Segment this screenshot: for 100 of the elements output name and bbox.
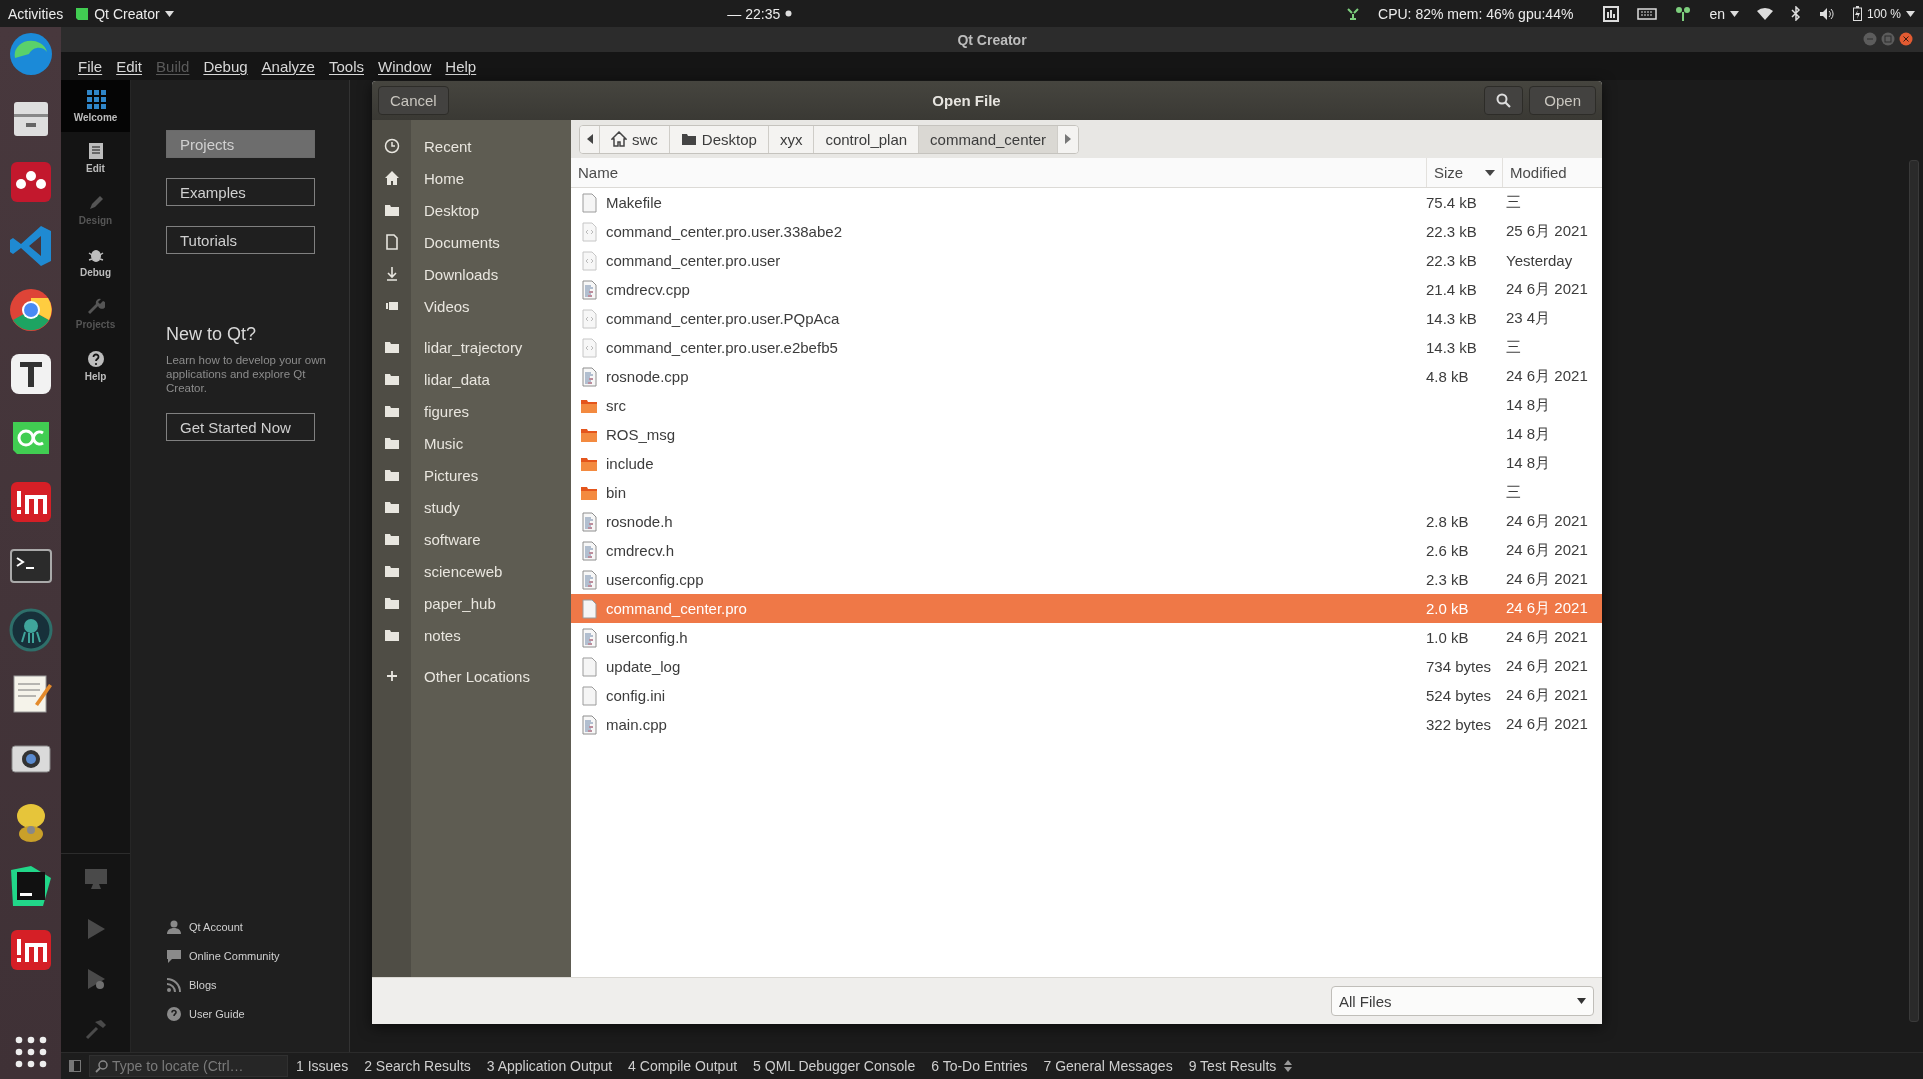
file-row[interactable]: command_center.pro.user.PQpAca 14.3 kB 23 4月 [571,304,1602,333]
file-name: bin [606,484,627,501]
debug-run-icon[interactable] [85,968,106,990]
system-monitor-text[interactable]: CPU: 82% mem: 46% gpu:44% [1378,5,1574,22]
output-pane-tab[interactable]: 9 Test Results [1180,1058,1285,1074]
indicator-icon[interactable] [1675,5,1692,22]
help-icon [86,350,105,368]
place-item[interactable]: lidar_trajectory [372,331,571,363]
file-filter-dropdown[interactable]: All Files [1331,986,1594,1016]
menu-item[interactable]: Edit [109,57,150,75]
welcome-link[interactable]: User Guide [166,1006,349,1022]
welcome-intro: Learn how to develop your own applications and explore Qt Creator. [166,353,326,395]
file-row[interactable]: rosnode.h 2.8 kB 24 6月 2021 [571,507,1602,536]
column-header[interactable]: Size [1426,158,1502,187]
welcome-link[interactable]: Online Community [166,948,349,964]
keyboard-icon[interactable] [1637,7,1658,20]
place-item[interactable]: scienceweb [372,555,571,587]
menu-item[interactable]: Tools [321,57,371,75]
place-item[interactable]: Documents [372,226,571,258]
get-started-button[interactable]: Get Started Now [166,413,315,441]
place-item[interactable]: lidar_data [372,363,571,395]
place-item[interactable]: study [372,491,571,523]
locator-field[interactable]: Type to locate (Ctrl… [89,1055,288,1077]
file-modified: 14 8月 [1506,454,1551,471]
place-item[interactable]: software [372,523,571,555]
welcome-link[interactable]: Blogs [166,977,349,993]
menu-item[interactable]: File [71,57,110,75]
activities-button[interactable]: Activities [8,5,64,22]
open-button[interactable]: Open [1529,86,1596,115]
battery-menu[interactable]: 100 % [1852,6,1915,21]
output-pane-tab[interactable]: 3 Application Output [478,1058,621,1074]
path-button[interactable]: command_center [919,125,1058,153]
menu-item[interactable]: Analyze [254,57,322,75]
menu-item[interactable]: Debug [196,57,255,75]
file-row[interactable]: command_center.pro.user.e2befb5 14.3 kB 三 [571,333,1602,362]
volume-icon[interactable] [1818,6,1835,21]
file-name: rosnode.h [606,513,673,530]
file-row[interactable]: cmdrecv.cpp 21.4 kB 24 6月 2021 [571,275,1602,304]
mode-tab[interactable]: Edit [61,132,130,184]
menu-item[interactable]: Window [371,57,439,75]
place-item[interactable]: paper_hub [372,587,571,619]
file-row[interactable]: rosnode.cpp 4.8 kB 24 6月 2021 [571,362,1602,391]
output-pane-tab[interactable]: 2 Search Results [356,1058,479,1074]
file-row[interactable]: config.ini 524 bytes 24 6月 2021 [571,681,1602,710]
file-row[interactable]: Makefile 75.4 kB 三 [571,188,1602,217]
file-row[interactable]: bin 三 [571,478,1602,507]
app-grid-icon[interactable] [13,1035,48,1069]
cancel-button[interactable]: Cancel [378,86,449,115]
file-row[interactable]: ROS_msg 14 8月 [571,420,1602,449]
close-icon[interactable] [1899,32,1913,46]
section-button[interactable]: Examples [166,178,315,206]
place-item[interactable]: Videos [372,290,571,322]
search-button[interactable] [1484,86,1524,115]
file-row[interactable]: update_log 734 bytes 24 6月 2021 [571,652,1602,681]
monitor-graph-icon[interactable] [1603,5,1620,22]
file-row[interactable]: cmdrecv.h 2.6 kB 24 6月 2021 [571,536,1602,565]
place-item[interactable]: Music [372,427,571,459]
place-item[interactable]: Desktop [372,194,571,226]
wifi-icon[interactable] [1756,7,1773,20]
output-pane-tab[interactable]: 1 Issues [288,1058,357,1074]
mode-tab[interactable]: Debug [61,236,130,288]
output-pane-tab[interactable]: 6 To-Do Entries [923,1058,1036,1074]
mode-tab[interactable]: Welcome [61,80,130,132]
output-pane-tab[interactable]: 4 Compile Output [620,1058,746,1074]
file-row[interactable]: include 14 8月 [571,449,1602,478]
place-item[interactable]: figures [372,395,571,427]
indicator-icon[interactable] [1346,6,1361,21]
file-row[interactable]: userconfig.h 1.0 kB 24 6月 2021 [571,623,1602,652]
file-row[interactable]: src 14 8月 [571,391,1602,420]
section-button[interactable]: Tutorials [166,226,315,254]
app-menu[interactable]: Qt Creator [75,5,174,22]
place-item[interactable]: Home [372,162,571,194]
welcome-heading: New to Qt? [166,324,258,345]
file-row[interactable]: command_center.pro.user 22.3 kB Yesterday [571,246,1602,275]
file-row[interactable]: userconfig.cpp 2.3 kB 24 6月 2021 [571,565,1602,594]
place-item[interactable]: Pictures [372,459,571,491]
file-modified: 三 [1506,193,1521,210]
menu-item[interactable]: Help [438,57,484,75]
back-arrow-button[interactable] [580,125,600,153]
place-item[interactable]: Other Locations [372,660,571,692]
output-pane-tab[interactable]: 7 General Messages [1035,1058,1181,1074]
mode-tab[interactable]: Help [61,340,130,392]
file-name: command_center.pro [606,600,747,617]
language-menu[interactable]: en [1709,5,1739,22]
column-header[interactable]: Modified [1502,158,1602,187]
wrench-icon [86,298,105,316]
file-row[interactable]: command_center.pro.user.338abe2 22.3 kB 25 6月 2021 [571,217,1602,246]
sidebar-toggle-icon[interactable] [69,1060,81,1072]
place-item[interactable]: notes [372,619,571,651]
dialog-title: Open File [931,92,1002,109]
scrollbar[interactable] [1909,160,1919,1022]
place-item[interactable]: Recent [372,130,571,162]
clock-menu[interactable]: — 22:35 [727,5,793,22]
file-row[interactable]: main.cpp 322 bytes 24 6月 2021 [571,710,1602,739]
column-header[interactable]: Name [571,158,1426,187]
welcome-link[interactable]: Qt Account [166,919,349,935]
bluetooth-icon[interactable] [1790,6,1801,21]
output-pane-tab[interactable]: 5 QML Debugger Console [745,1058,924,1074]
place-item[interactable]: Downloads [372,258,571,290]
up-down-arrow-icon[interactable] [1284,1060,1293,1072]
